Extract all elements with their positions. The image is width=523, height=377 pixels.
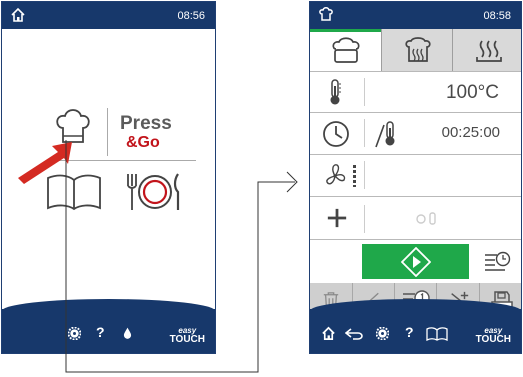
row-divider xyxy=(364,119,365,147)
hot-air-icon xyxy=(476,40,502,62)
timer-row[interactable]: 00:25:00 xyxy=(310,112,521,154)
help-button[interactable]: ? xyxy=(405,324,414,340)
mode-tabs xyxy=(310,29,521,71)
plate-cutlery-icon[interactable] xyxy=(122,170,186,214)
play-diamond-icon xyxy=(401,247,431,277)
thermometer-icon xyxy=(330,79,341,105)
fan-icon xyxy=(326,164,346,185)
press-label[interactable]: Press xyxy=(120,113,172,135)
add-row[interactable] xyxy=(310,196,521,239)
temperature-row[interactable]: 100°C xyxy=(310,71,521,112)
bottom-bar: ? easy TOUCH xyxy=(2,299,215,353)
divider-vertical xyxy=(107,108,108,156)
help-button[interactable]: ? xyxy=(96,324,105,340)
row-divider xyxy=(364,205,365,233)
status-bar: 08:56 xyxy=(2,2,215,29)
row-divider xyxy=(364,161,365,189)
chef-hat-small-icon[interactable] xyxy=(318,7,334,23)
status-bar: 08:58 xyxy=(310,2,521,29)
fan-speed-indicator xyxy=(353,165,356,187)
tab-steam-only[interactable] xyxy=(452,29,521,71)
cookbook-icon[interactable] xyxy=(426,327,448,341)
start-button[interactable] xyxy=(362,244,469,279)
easytouch-logo: easy TOUCH xyxy=(475,326,511,345)
settings-icon[interactable] xyxy=(68,327,81,340)
start-row xyxy=(310,239,521,283)
options-disabled-icon xyxy=(416,212,436,225)
core-probe-icon[interactable] xyxy=(374,119,400,149)
clock: 08:58 xyxy=(483,10,511,22)
fan-row[interactable] xyxy=(310,154,521,196)
combi-cook-icon xyxy=(405,37,431,62)
bottom-bar: ? easy TOUCH xyxy=(310,299,521,353)
temperature-value[interactable]: 100°C xyxy=(446,82,499,104)
cookbook-icon[interactable] xyxy=(44,172,104,212)
clock-icon xyxy=(323,121,349,147)
tab-steam[interactable] xyxy=(310,29,381,71)
settings-icon[interactable] xyxy=(376,327,389,340)
row-divider xyxy=(364,78,365,106)
back-arrow-icon[interactable] xyxy=(345,328,363,340)
go-label[interactable]: &Go xyxy=(126,134,160,152)
home-icon[interactable] xyxy=(10,7,26,23)
program-timer-icon[interactable] xyxy=(483,249,511,275)
steam-cook-icon xyxy=(332,37,360,63)
tab-combi[interactable] xyxy=(381,29,452,71)
clock: 08:56 xyxy=(177,10,205,22)
plus-icon[interactable] xyxy=(326,207,348,229)
left-screen: 08:56 Press &Go ? easy TOUCH xyxy=(1,1,216,354)
water-drop-icon[interactable] xyxy=(123,326,132,340)
home-icon[interactable] xyxy=(321,326,336,341)
easytouch-logo: easy TOUCH xyxy=(169,326,205,345)
right-screen: 08:58 100°C 00:25:00 ? easy TOUCH xyxy=(309,1,522,354)
duration-value[interactable]: 00:25:00 xyxy=(442,124,500,141)
